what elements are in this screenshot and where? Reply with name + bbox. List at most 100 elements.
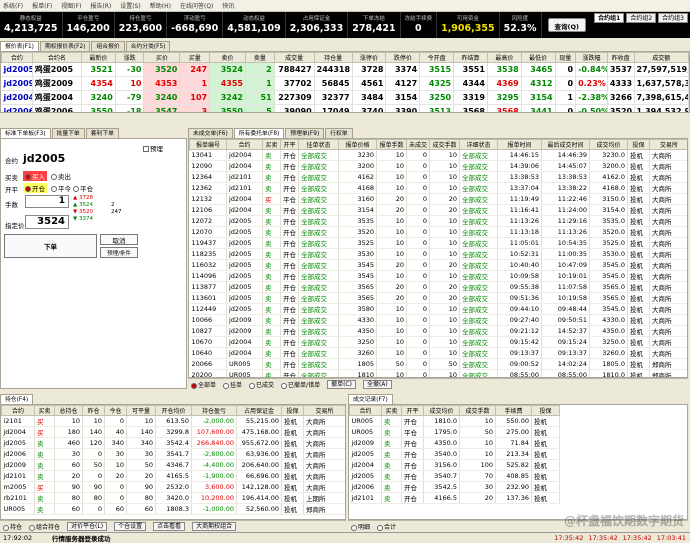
- column-header[interactable]: 开平: [401, 405, 424, 416]
- order-row[interactable]: 20200 UR005 卖开仓 全部成交 1810 10 0 10 全部成交 08:55:00 08…: [189, 369, 687, 377]
- order-row[interactable]: 114096 jd2005 卖开仓 全部成交 3545 10 0 10 全部成交 10:09:58…: [189, 270, 687, 282]
- preset-checkbox[interactable]: 预埋: [143, 143, 163, 153]
- trade-row[interactable]: jd2009 卖开仓 4350.0 10 71.84 投机: [349, 437, 560, 449]
- column-header[interactable]: 投保: [627, 139, 650, 150]
- trade-row[interactable]: jd2101 卖开仓 4166.5 20 137.36 投机: [349, 492, 560, 504]
- column-header[interactable]: 跌停价: [385, 52, 421, 63]
- column-header[interactable]: 持仓盈亏: [191, 405, 237, 416]
- orders-tab[interactable]: 未成交单(F6): [188, 128, 233, 138]
- close-today-radio[interactable]: 平今: [51, 183, 71, 193]
- column-header[interactable]: 报单编号: [189, 139, 227, 150]
- orders-tab[interactable]: 所有委托单(F8): [233, 128, 285, 138]
- column-header[interactable]: 报单时间: [497, 139, 542, 150]
- order-row[interactable]: 12364 jd2101 卖开仓 全部成交 4162 10 0 10 全部成交 13:38:53 1…: [189, 171, 687, 183]
- place-order-button[interactable]: 下单: [4, 234, 97, 258]
- trade-row[interactable]: jd2006 卖开仓 3542.5 30 232.90 投机: [349, 481, 560, 493]
- order-row[interactable]: 118235 jd2005 卖开仓 全部成交 3530 10 0 10 全部成交 10:52:31…: [189, 248, 687, 260]
- column-header[interactable]: 最后成交时间: [541, 139, 590, 150]
- positions-button[interactable]: 点击看看: [153, 522, 186, 531]
- order-filter-radio[interactable]: 全部单: [191, 380, 216, 389]
- order-row[interactable]: 112449 jd2005 卖开仓 全部成交 3580 10 0 10 全部成交 09:44:10…: [189, 303, 687, 315]
- column-header[interactable]: 卖价: [209, 52, 246, 63]
- order-row[interactable]: 12106 jd2004 卖开仓 全部成交 3154 20 0 20 全部成交 11:16:41 1…: [189, 204, 687, 216]
- orders-tab[interactable]: 预埋单(F9): [285, 128, 325, 138]
- position-row[interactable]: i2101 买 10 10 0 10 613.50 -2,000.00 55,215.00 投机大…: [1, 415, 345, 427]
- column-header[interactable]: 卖量: [244, 52, 275, 63]
- position-row[interactable]: UR005 卖 60 0 60 60 1808.3 -1,000.00 52,560.00 投机郑…: [1, 503, 345, 515]
- column-header[interactable]: 涨跌: [114, 52, 145, 63]
- column-header[interactable]: 投保: [531, 405, 560, 416]
- trades-radio[interactable]: 合计: [377, 522, 396, 531]
- menu-item[interactable]: 在线问答(Q): [180, 1, 213, 10]
- column-header[interactable]: 买价: [143, 52, 181, 63]
- column-header[interactable]: 手续费: [495, 405, 532, 416]
- menu-item[interactable]: 系统(F): [3, 1, 23, 10]
- column-header[interactable]: 今仓: [104, 405, 127, 416]
- quote-tab[interactable]: 合约分类(F5): [125, 41, 171, 51]
- column-header[interactable]: 现量: [554, 52, 577, 63]
- order-row[interactable]: 12090 jd2004 卖开仓 全部成交 3200 10 0 10 全部成交 14:39:06 1…: [189, 160, 687, 172]
- position-row[interactable]: jd2009 卖 60 50 10 50 4346.7 -4,400.00 206,640.00…: [1, 459, 345, 471]
- column-header[interactable]: 今开盘: [419, 52, 455, 63]
- trade-row[interactable]: jd2004 卖开仓 3156.0 100 525.82 投机: [349, 459, 560, 471]
- quote-row[interactable]: jd2009 鸡蛋2009 4354 10 4353 1 4355 1 37702 56845 45…: [1, 76, 689, 91]
- column-header[interactable]: 成交量: [273, 52, 315, 63]
- column-header[interactable]: 合约: [226, 139, 263, 150]
- column-header[interactable]: 合约: [349, 405, 382, 416]
- column-header[interactable]: 未成交: [406, 139, 430, 150]
- menu-item[interactable]: 快讯: [222, 1, 234, 10]
- positions-radio[interactable]: 组合持仓: [29, 522, 60, 531]
- column-header[interactable]: 成交均价: [423, 405, 460, 416]
- order-row[interactable]: 20066 UR005 卖开仓 全部成交 1805 50 0 50 全部成交 09:00:52 14…: [189, 358, 687, 370]
- menu-item[interactable]: 视图(F): [61, 1, 81, 10]
- column-header[interactable]: 合约: [1, 405, 35, 416]
- tab-trades[interactable]: 成交记录(F7): [348, 394, 393, 404]
- position-row[interactable]: jd2004 买 180 140 40 140 3299.8 107,600.00 475,16…: [1, 426, 345, 438]
- column-header[interactable]: 买卖: [34, 405, 55, 416]
- price-input[interactable]: 3524: [25, 215, 69, 229]
- layout-tab[interactable]: 合约组2: [626, 13, 657, 23]
- order-row[interactable]: 13041 jd2004 卖开仓 全部成交 3230 10 0 10 全部成交 14:46:15 1…: [189, 149, 687, 161]
- trade-row[interactable]: jd2005 卖开仓 3540.0 10 213.34 投机: [349, 448, 560, 460]
- column-header[interactable]: 占用保证金: [236, 405, 282, 416]
- quote-tab[interactable]: 期权报价表(F2): [39, 41, 91, 51]
- order-row[interactable]: 12072 jd2005 卖开仓 全部成交 3535 10 0 10 全部成交 11:13:26 1…: [189, 215, 687, 227]
- column-header[interactable]: 成交手数: [429, 139, 460, 150]
- order-row[interactable]: 10640 jd2004 卖开仓 全部成交 3260 10 0 10 全部成交 09:13:37 0…: [189, 347, 687, 359]
- quote-tab[interactable]: 报价表(F1): [0, 41, 39, 51]
- column-header[interactable]: 交易所: [649, 139, 687, 150]
- trade-row[interactable]: jd2005 卖开仓 3540.7 70 408.85 投机: [349, 470, 560, 482]
- order-row[interactable]: 10827 jd2009 卖开仓 全部成交 4350 10 0 10 全部成交 09:21:12 1…: [189, 325, 687, 337]
- order-row[interactable]: 12132 jd2004 买平仓 全部成交 3160 20 0 20 全部成交 11:19:49 1…: [189, 193, 687, 205]
- order-row[interactable]: 12070 jd2005 卖开仓 全部成交 3520 10 0 10 全部成交 11:13:18 1…: [189, 226, 687, 238]
- trade-row[interactable]: UR005 卖平仓 1795.0 50 275.00 投机: [349, 426, 560, 438]
- quote-tab[interactable]: 组合报价: [91, 41, 125, 51]
- positions-button[interactable]: 对价平仓(L): [67, 522, 108, 531]
- column-header[interactable]: 昨结算: [453, 52, 488, 63]
- trades-radio[interactable]: 明细: [351, 522, 370, 531]
- column-header[interactable]: 买量: [179, 52, 211, 63]
- query-button[interactable]: 查询(Q): [547, 18, 587, 32]
- order-filter-radio[interactable]: 已撤单/错单: [281, 380, 320, 389]
- cancel-form-button[interactable]: 取消: [100, 234, 138, 245]
- column-header[interactable]: 详细状态: [459, 139, 498, 150]
- layout-tab[interactable]: 合约组1: [594, 13, 625, 23]
- positions-button[interactable]: 大商期权组合: [192, 522, 237, 531]
- order-row[interactable]: 10066 jd2009 卖开仓 全部成交 4330 10 0 10 全部成交 09:27:40 0…: [189, 314, 687, 326]
- column-header[interactable]: 涨停价: [351, 52, 387, 63]
- order-filter-radio[interactable]: 已成交: [249, 380, 274, 389]
- order-row[interactable]: 12362 jd2101 卖开仓 全部成交 4168 10 0 10 全部成交 13:37:04 1…: [189, 182, 687, 194]
- order-row[interactable]: 113877 jd2005 卖开仓 全部成交 3565 20 0 20 全部成交 09:55:38…: [189, 281, 687, 293]
- menu-item[interactable]: 设置(S): [120, 1, 141, 10]
- column-header[interactable]: 可平量: [126, 405, 156, 416]
- positions-button[interactable]: 个仓设置: [114, 522, 147, 531]
- condition-order-button[interactable]: 预埋/条件: [100, 247, 138, 258]
- column-header[interactable]: 开仓均价: [155, 405, 192, 416]
- close-radio[interactable]: 平仓: [73, 183, 93, 193]
- order-filter-radio[interactable]: 挂单: [223, 380, 242, 389]
- position-row[interactable]: jd2005 卖 460 120 340 340 3542.4 266,840.00 955,6…: [1, 437, 345, 449]
- qty-input[interactable]: 1: [25, 195, 69, 208]
- order-entry-tab[interactable]: 标准下单板(F3): [0, 128, 51, 138]
- layout-tab[interactable]: 合约组3: [658, 13, 688, 23]
- column-header[interactable]: 成交均价: [589, 139, 628, 150]
